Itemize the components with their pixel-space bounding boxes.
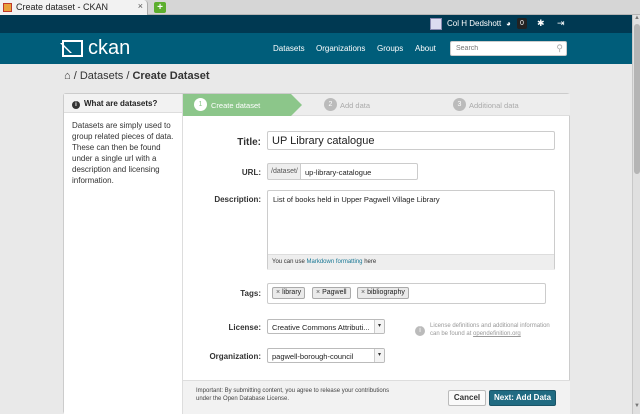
chevron-down-icon: ▾ bbox=[374, 320, 384, 333]
breadcrumb-datasets[interactable]: Datasets bbox=[80, 70, 123, 82]
organization-label: Organization: bbox=[209, 352, 261, 361]
title-field[interactable]: UP Library catalogue bbox=[267, 131, 555, 150]
next-add-data-button[interactable]: Next: Add Data bbox=[489, 390, 556, 406]
stage-label: Create dataset bbox=[211, 101, 261, 110]
remove-tag-icon[interactable]: × bbox=[316, 289, 320, 296]
stage-progress: 1 Create dataset 2 Add data 3 Additional… bbox=[183, 94, 570, 116]
markdown-link[interactable]: Markdown formatting bbox=[306, 259, 362, 265]
page-scrollbar[interactable]: ▲ ▼ bbox=[632, 15, 640, 414]
remove-tag-icon[interactable]: × bbox=[276, 289, 280, 296]
browser-tab[interactable]: Create dataset - CKAN × bbox=[0, 0, 148, 15]
sidebar: i What are datasets? Datasets are simply … bbox=[64, 94, 183, 414]
sidebar-heading: i What are datasets? bbox=[64, 94, 182, 113]
tags-field[interactable]: × library × Pagwell × bibliography bbox=[267, 283, 546, 304]
account-masthead: Col H Dedshott ◕ 0 ✱ ⇥ bbox=[0, 15, 632, 33]
tag-bibliography[interactable]: × bibliography bbox=[357, 287, 409, 299]
search-input[interactable] bbox=[451, 42, 551, 55]
title-label: Title: bbox=[237, 137, 261, 148]
content-panel: i What are datasets? Datasets are simply … bbox=[63, 93, 570, 414]
description-label: Description: bbox=[214, 195, 261, 204]
ckan-logo-icon[interactable] bbox=[62, 40, 83, 57]
sidebar-description: Datasets are simply used to group relate… bbox=[72, 121, 174, 185]
logout-icon[interactable]: ⇥ bbox=[557, 18, 565, 29]
stage-create-dataset: 1 Create dataset bbox=[183, 94, 302, 116]
license-label: License: bbox=[228, 323, 261, 332]
stage-number: 3 bbox=[453, 98, 466, 111]
nav-datasets[interactable]: Datasets bbox=[273, 44, 305, 53]
url-slug-field[interactable]: up-library-catalogue bbox=[300, 163, 418, 180]
site-masthead: ckan Datasets Organizations Groups About… bbox=[0, 33, 632, 64]
form-actions: Important: By submitting content, you ag… bbox=[183, 380, 570, 414]
scroll-up-icon[interactable]: ▲ bbox=[633, 15, 640, 24]
cancel-button[interactable]: Cancel bbox=[448, 390, 486, 406]
tag-library[interactable]: × library bbox=[272, 287, 306, 299]
markdown-note: You can use Markdown formatting here bbox=[268, 254, 554, 270]
stage-number: 2 bbox=[324, 98, 337, 111]
nav-about[interactable]: About bbox=[415, 44, 436, 53]
remove-tag-icon[interactable]: × bbox=[361, 289, 365, 296]
breadcrumb: ⌂ / Datasets / Create Dataset bbox=[64, 70, 210, 82]
home-icon[interactable]: ⌂ bbox=[64, 70, 71, 82]
site-search: ⚲ bbox=[450, 41, 567, 56]
stage-label: Add data bbox=[340, 101, 371, 110]
organization-value: pagwell-borough-council bbox=[272, 352, 354, 361]
chevron-down-icon: ▾ bbox=[374, 349, 384, 362]
username-link[interactable]: Col H Dedshott bbox=[447, 19, 501, 28]
url-label: URL: bbox=[241, 168, 261, 177]
info-icon: i bbox=[72, 101, 80, 109]
stage-label: Additional data bbox=[469, 101, 519, 110]
tab-title: Create dataset - CKAN bbox=[16, 2, 109, 12]
tags-label: Tags: bbox=[240, 289, 261, 298]
license-notice: Important: By submitting content, you ag… bbox=[196, 388, 390, 402]
nav-groups[interactable]: Groups bbox=[377, 44, 403, 53]
license-value: Creative Commons Attributi... bbox=[272, 323, 370, 332]
search-icon[interactable]: ⚲ bbox=[556, 43, 563, 54]
avatar[interactable] bbox=[430, 18, 442, 30]
dashboard-count-badge[interactable]: 0 bbox=[517, 18, 527, 29]
favicon-icon bbox=[3, 3, 12, 12]
browser-tab-bar: Create dataset - CKAN × + bbox=[0, 0, 640, 15]
breadcrumb-create-dataset[interactable]: Create Dataset bbox=[132, 70, 209, 82]
site-logo[interactable]: ckan bbox=[88, 37, 130, 60]
close-tab-icon[interactable]: × bbox=[138, 1, 143, 11]
new-tab-button[interactable]: + bbox=[154, 2, 166, 13]
tag-pagwell[interactable]: × Pagwell bbox=[312, 287, 351, 299]
opendefinition-link[interactable]: opendefinition.org bbox=[473, 331, 521, 337]
description-text: List of books held in Upper Pagwell Vill… bbox=[273, 195, 440, 204]
license-select[interactable]: Creative Commons Attributi... ▾ bbox=[267, 319, 385, 334]
gear-icon[interactable]: ✱ bbox=[537, 18, 545, 29]
license-help-text: License definitions and additional infor… bbox=[430, 323, 550, 337]
organization-select[interactable]: pagwell-borough-council ▾ bbox=[267, 348, 385, 363]
url-prefix: /dataset/ bbox=[267, 163, 302, 180]
scroll-thumb[interactable] bbox=[634, 24, 640, 174]
stage-number: 1 bbox=[194, 98, 207, 111]
info-icon: i bbox=[415, 326, 425, 336]
scroll-down-icon[interactable]: ▼ bbox=[633, 403, 640, 412]
description-field[interactable]: List of books held in Upper Pagwell Vill… bbox=[267, 190, 555, 270]
nav-organizations[interactable]: Organizations bbox=[316, 44, 365, 53]
dashboard-icon[interactable]: ◕ bbox=[506, 19, 511, 28]
